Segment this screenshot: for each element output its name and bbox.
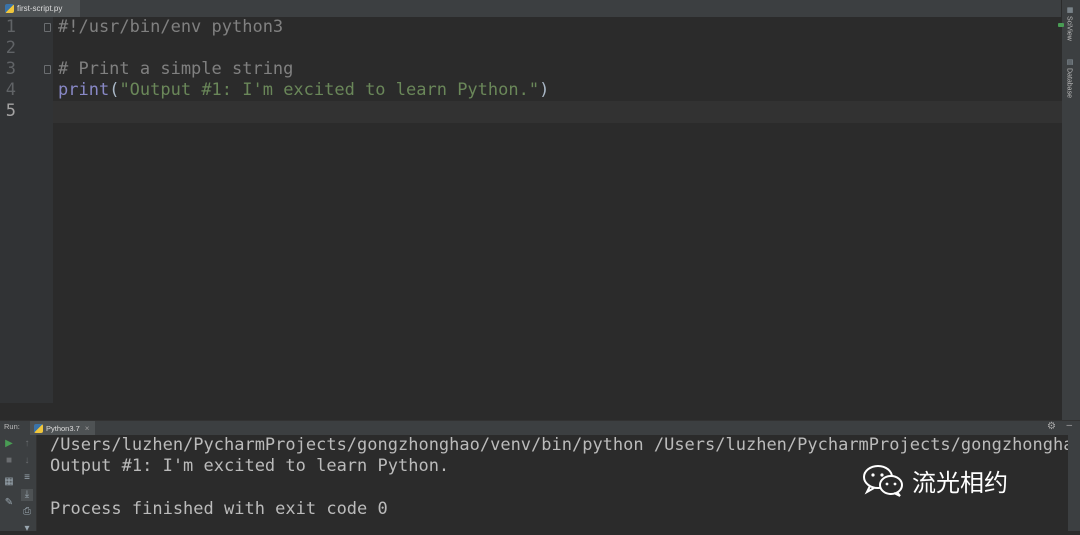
run-tab-label: Python3.7 [46, 423, 80, 433]
builtin-print: print [58, 80, 110, 100]
pin-icon[interactable]: ✎ [3, 497, 15, 509]
code-line-shebang: #!/usr/bin/env python3 [58, 17, 284, 37]
minimize-icon[interactable]: – [1066, 420, 1072, 431]
sciview-label: SciView [1065, 16, 1073, 41]
editor-tab-first-script[interactable]: first-script.py [0, 0, 80, 17]
soft-wrap-icon[interactable]: ≡ [21, 472, 33, 484]
console-line-exit: Process finished with exit code 0 [50, 499, 388, 519]
watermark: 流光相约 [862, 463, 1008, 498]
code-line-comment: # Print a simple string [58, 59, 294, 79]
console-line-command: /Users/luzhen/PycharmProjects/gongzhongh… [50, 435, 1068, 455]
console-line-output: Output #1: I'm excited to learn Python. [50, 456, 450, 476]
editor-tab-bar: first-script.py [0, 0, 1062, 18]
line-number: 4 [5, 80, 16, 100]
open-paren: ( [109, 80, 120, 100]
code-editor[interactable]: #!/usr/bin/env python3 # Print a simple … [53, 17, 1062, 403]
scroll-down-icon[interactable]: ↓ [21, 455, 33, 467]
sciview-icon: ▦ [1066, 6, 1073, 14]
database-label: Database [1065, 68, 1073, 98]
python-file-icon [5, 4, 14, 13]
database-tool-button[interactable]: ▤ Database [1065, 58, 1074, 98]
scroll-up-icon[interactable]: ↑ [21, 438, 33, 450]
wechat-icon [863, 464, 903, 497]
python-icon [34, 423, 43, 433]
rerun-icon[interactable]: ▶ [3, 438, 15, 450]
run-panel-title: Run: [4, 422, 20, 431]
line-number: 3 [5, 59, 16, 79]
inspection-ok-marker[interactable] [1058, 23, 1064, 27]
run-panel-header: Run: Python3.7 × ⚙ – [0, 420, 1080, 435]
line-number: 2 [5, 38, 16, 58]
console-scrollbar[interactable] [1068, 435, 1080, 531]
editor-gutter: 1 2 3 4 5 [0, 17, 54, 403]
run-toolbar: ▶ ■ ▦ ✎ ↑ ↓ ≡ ⤓ ⎙ ▾ [0, 435, 37, 534]
right-tool-strip: ▦ SciView ▤ Database [1061, 0, 1080, 420]
fold-start-icon[interactable] [44, 65, 51, 74]
string-literal: "Output #1: I'm excited to learn Python.… [119, 80, 540, 100]
code-line-print: print("Output #1: I'm excited to learn P… [58, 80, 549, 100]
layout-icon[interactable]: ▦ [3, 476, 15, 488]
close-icon[interactable]: × [85, 424, 90, 433]
close-paren: ) [539, 80, 550, 100]
line-number: 1 [5, 17, 16, 37]
trash-icon[interactable]: ▾ [21, 523, 33, 535]
database-icon: ▤ [1066, 58, 1073, 66]
scroll-to-end-icon[interactable]: ⤓ [21, 489, 33, 501]
editor-tab-label: first-script.py [17, 4, 63, 13]
run-tab-python37[interactable]: Python3.7 × [30, 421, 95, 435]
watermark-text: 流光相约 [912, 469, 1008, 497]
gear-icon[interactable]: ⚙ [1047, 421, 1056, 432]
stop-icon[interactable]: ■ [3, 455, 15, 467]
current-line-highlight [53, 101, 1062, 123]
line-number-current: 5 [5, 101, 16, 121]
sciview-tool-button[interactable]: ▦ SciView [1065, 6, 1074, 41]
fold-start-icon[interactable] [44, 23, 51, 32]
print-icon[interactable]: ⎙ [21, 506, 33, 518]
